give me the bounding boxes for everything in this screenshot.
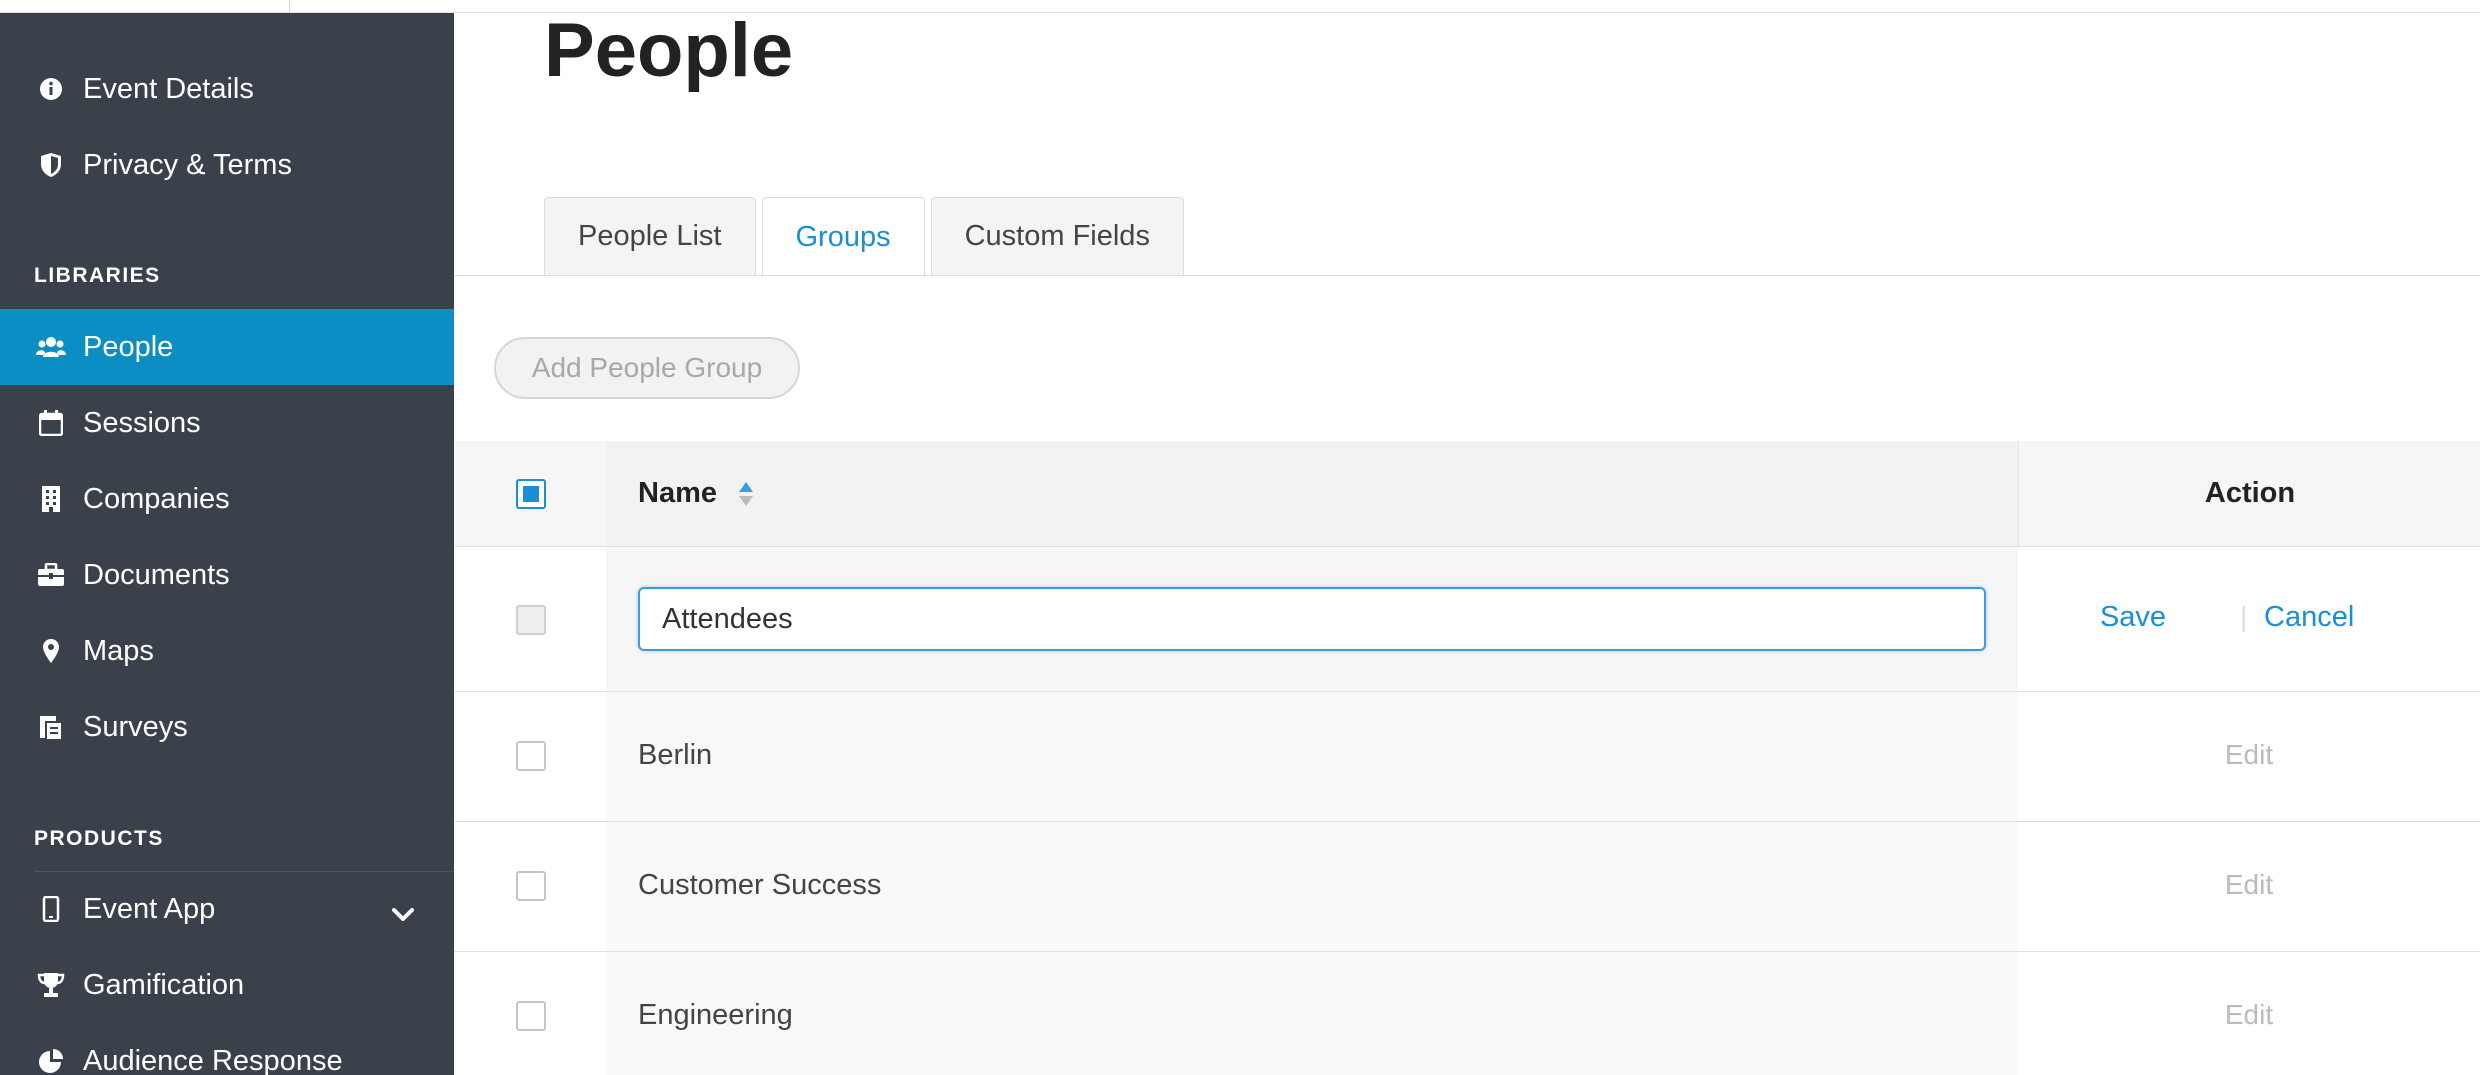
sidebar-item-label: Audience Response — [83, 1044, 343, 1075]
sidebar-item-event-details[interactable]: Event Details — [0, 51, 454, 127]
action-separator: | — [2240, 601, 2248, 632]
sidebar-item-label: Event App — [83, 892, 216, 925]
column-header-action: Action — [2204, 477, 2296, 509]
users-icon — [36, 332, 66, 362]
row-checkbox — [516, 605, 546, 635]
sort-icon[interactable] — [738, 481, 754, 512]
sidebar-item-label: Maps — [83, 634, 154, 667]
header-check-cell — [454, 441, 606, 546]
sidebar-item-maps[interactable]: Maps — [0, 613, 454, 689]
select-all-checkbox[interactable] — [516, 479, 546, 509]
edit-link[interactable]: Edit — [2018, 999, 2480, 1031]
trophy-icon — [36, 970, 66, 1000]
row-check-cell — [454, 952, 606, 1075]
row-checkbox[interactable] — [516, 1001, 546, 1031]
pie-chart-icon — [36, 1046, 66, 1075]
info-circle-icon — [36, 74, 66, 104]
row-action-cell: Edit — [2018, 952, 2480, 1075]
section-title-products: PRODUCTS — [34, 827, 164, 850]
row-checkbox[interactable] — [516, 871, 546, 901]
row-checkbox[interactable] — [516, 741, 546, 771]
tab-people-list[interactable]: People List — [544, 197, 756, 275]
sidebar-item-label: Sessions — [83, 406, 201, 439]
tabs-divider — [454, 275, 2480, 276]
browser-top-strip — [0, 0, 2480, 13]
sidebar-item-documents[interactable]: Documents — [0, 537, 454, 613]
table-header-row: Name Action — [454, 441, 2480, 547]
tab-bar: People List Groups Custom Fields — [544, 197, 1190, 277]
header-name-cell[interactable]: Name — [606, 441, 2018, 546]
sidebar-item-gamification[interactable]: Gamification — [0, 947, 454, 1023]
sidebar-item-label: Documents — [83, 558, 230, 591]
header-action-cell: Action — [2018, 441, 2480, 546]
sidebar-item-audience-response[interactable]: Audience Response — [0, 1023, 454, 1075]
sidebar-item-label: Surveys — [83, 710, 188, 743]
column-header-name: Name — [638, 477, 717, 509]
sidebar-item-label: Companies — [83, 482, 230, 515]
row-check-cell — [454, 822, 606, 951]
sidebar-item-label: Gamification — [83, 968, 245, 1001]
calendar-icon — [36, 408, 66, 438]
sidebar-item-sessions[interactable]: Sessions — [0, 385, 454, 461]
row-check-cell — [454, 692, 606, 821]
sidebar-item-label: Event Details — [83, 72, 254, 105]
cancel-link[interactable]: Cancel — [2264, 601, 2354, 634]
save-link[interactable]: Save — [2018, 601, 2248, 634]
row-action-cell: Edit — [2018, 822, 2480, 951]
row-check-cell — [454, 547, 606, 691]
table-row: Engineering Edit — [454, 952, 2480, 1075]
tab-custom-fields[interactable]: Custom Fields — [930, 197, 1184, 275]
sidebar-item-label: Privacy & Terms — [83, 148, 292, 181]
edit-link[interactable]: Edit — [2018, 739, 2480, 771]
main-content: People People List Groups Custom Fields … — [454, 8, 2480, 1075]
top-tab-fragment — [0, 0, 290, 12]
sidebar: Event Details Privacy & Terms LIBRARIES … — [0, 13, 454, 1075]
row-name-cell: Engineering — [606, 952, 2018, 1075]
briefcase-icon — [36, 560, 66, 590]
building-icon — [36, 484, 66, 514]
map-marker-icon — [36, 636, 66, 666]
table-row-editing: Save | Cancel — [454, 547, 2480, 692]
table-row: Customer Success Edit — [454, 822, 2480, 952]
page-title: People — [544, 8, 794, 93]
section-title-libraries: LIBRARIES — [34, 264, 161, 287]
chevron-down-icon[interactable] — [392, 897, 414, 930]
sidebar-item-label: People — [83, 330, 174, 363]
edit-link[interactable]: Edit — [2018, 869, 2480, 901]
sidebar-item-people[interactable]: People — [0, 309, 454, 385]
sidebar-item-event-app[interactable]: Event App — [0, 871, 454, 947]
sidebar-item-companies[interactable]: Companies — [0, 461, 454, 537]
group-name: Engineering — [638, 999, 793, 1031]
row-name-cell — [606, 547, 2018, 691]
add-people-group-button[interactable]: Add People Group — [494, 337, 800, 399]
sidebar-item-surveys[interactable]: Surveys — [0, 689, 454, 765]
group-name: Berlin — [638, 739, 713, 771]
sidebar-item-privacy-terms[interactable]: Privacy & Terms — [0, 127, 454, 203]
group-name: Customer Success — [638, 869, 882, 901]
clipboard-icon — [36, 712, 66, 742]
tab-groups[interactable]: Groups — [761, 197, 925, 277]
row-name-cell: Customer Success — [606, 822, 2018, 951]
group-name-input[interactable] — [638, 587, 1986, 651]
shield-icon — [36, 150, 66, 180]
row-action-cell: Edit — [2018, 692, 2480, 821]
mobile-icon — [36, 894, 66, 924]
table-row: Berlin Edit — [454, 692, 2480, 822]
row-name-cell: Berlin — [606, 692, 2018, 821]
